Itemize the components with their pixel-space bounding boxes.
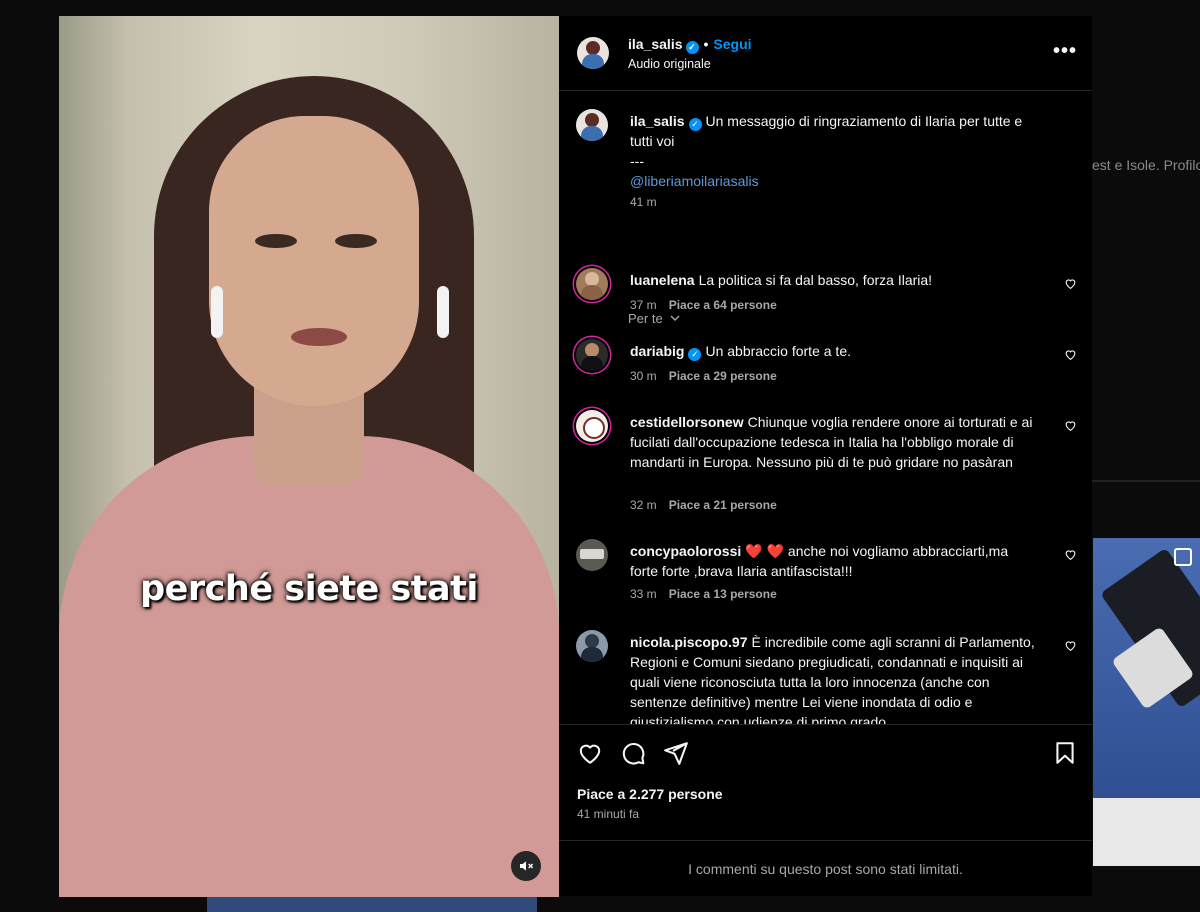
- comment-likes[interactable]: Piace a 29 persone: [669, 369, 777, 383]
- comments-limited-notice: I commenti su questo post sono stati lim…: [559, 840, 1092, 898]
- post-header: ila_salis ✓ • Segui Audio originale •••: [559, 16, 1092, 91]
- post-time: 41 minuti fa: [577, 807, 640, 821]
- video-caption: perché siete stati: [140, 569, 478, 609]
- heart-icon[interactable]: [1064, 639, 1077, 652]
- comment-likes[interactable]: Piace a 13 persone: [669, 587, 777, 601]
- audio-label[interactable]: Audio originale: [628, 57, 711, 71]
- verified-icon: ✓: [688, 118, 702, 131]
- video-earbud-left: [211, 286, 223, 338]
- comment-likes[interactable]: Piace a 64 persone: [669, 298, 777, 312]
- multiple-posts-icon: [1174, 548, 1192, 566]
- heart-icon[interactable]: [1064, 419, 1077, 432]
- comment-message: La politica si fa dal basso, forza Ilari…: [698, 272, 933, 288]
- background-post-strip: [207, 896, 537, 912]
- background-post-thumbnail[interactable]: [1093, 538, 1200, 866]
- background-divider: [1092, 480, 1200, 482]
- comment-time: 30 m: [630, 369, 657, 383]
- comment-username[interactable]: cestidellorsonew: [630, 414, 744, 430]
- comment-icon[interactable]: [620, 740, 646, 766]
- video-shirt: [59, 436, 559, 897]
- more-options-icon[interactable]: •••: [1053, 40, 1077, 63]
- comment-username[interactable]: luanelena: [630, 272, 695, 288]
- comment-likes[interactable]: Piace a 21 persone: [669, 498, 777, 512]
- video-earbud-right: [437, 286, 449, 338]
- avatar[interactable]: [576, 410, 608, 442]
- comment-time: 32 m: [630, 498, 657, 512]
- comment-meta: 33 m Piace a 13 persone: [630, 587, 777, 601]
- description-message: Un messaggio di ringraziamento di Ilaria…: [630, 113, 1023, 149]
- video-mouth: [291, 328, 347, 346]
- header-username-line: ila_salis ✓ • Segui: [628, 36, 752, 54]
- speaker-muted-icon: [520, 861, 534, 871]
- comment-meta: 32 m Piace a 21 persone: [630, 498, 777, 512]
- likes-total[interactable]: Piace a 2.277 persone: [577, 786, 723, 802]
- sort-dropdown[interactable]: Per te: [628, 311, 681, 326]
- reel-video[interactable]: perché siete stati: [59, 16, 559, 897]
- comment-text: cestidellorsonew Chiunque voglia rendere …: [630, 412, 1040, 472]
- description-username[interactable]: ila_salis: [630, 113, 685, 129]
- avatar[interactable]: [577, 37, 609, 69]
- follow-button[interactable]: Segui: [713, 36, 751, 52]
- comments-list[interactable]: ila_salis ✓ Un messaggio di ringraziamento…: [559, 91, 1092, 724]
- separator-dot: •: [703, 36, 709, 52]
- comment-message: Un abbraccio forte a te.: [705, 343, 851, 359]
- comment-text: luanelena La politica si fa dal basso, fo…: [630, 270, 1040, 290]
- post-panel: ila_salis ✓ • Segui Audio originale ••• ila…: [559, 16, 1092, 896]
- comment-username[interactable]: nicola.piscopo.97: [630, 634, 747, 650]
- heart-icon[interactable]: [1064, 277, 1077, 290]
- background-profile-text: est e Isole. Profilo: [1092, 157, 1200, 173]
- description-time: 41 m: [630, 195, 657, 209]
- verified-icon: ✓: [685, 41, 699, 54]
- header-username[interactable]: ila_salis: [628, 36, 683, 52]
- video-right-eye: [335, 234, 377, 248]
- avatar[interactable]: [576, 339, 608, 371]
- comment-text: nicola.piscopo.97 È incredibile come agli…: [630, 632, 1040, 724]
- save-bookmark-icon[interactable]: [1052, 740, 1078, 766]
- avatar[interactable]: [576, 109, 608, 141]
- comment-meta: 37 m Piace a 64 persone: [630, 298, 777, 312]
- sort-label: Per te: [628, 311, 663, 326]
- post-actions: Piace a 2.277 persone 41 minuti fa I com…: [559, 724, 1092, 897]
- description-separator: ---: [630, 153, 644, 169]
- heart-icon[interactable]: [1064, 548, 1077, 561]
- thumbnail-floor: [1093, 798, 1200, 866]
- mute-button[interactable]: [511, 851, 541, 881]
- comment-time: 33 m: [630, 587, 657, 601]
- mention-link[interactable]: @liberiamoilariasalis: [630, 173, 759, 189]
- comment-meta: 30 m Piace a 29 persone: [630, 369, 777, 383]
- video-left-eye: [255, 234, 297, 248]
- avatar[interactable]: [576, 268, 608, 300]
- like-heart-icon[interactable]: [577, 740, 603, 766]
- description-text: ila_salis ✓ Un messaggio di ringraziamento…: [630, 111, 1040, 191]
- comment-text: concypaolorossi ❤️ ❤️ anche noi vogliamo …: [630, 541, 1040, 581]
- avatar[interactable]: [576, 539, 608, 571]
- verified-icon: ✓: [688, 348, 702, 361]
- comment-time: 37 m: [630, 298, 657, 312]
- comment-username[interactable]: concypaolorossi: [630, 543, 741, 559]
- chevron-down-icon: [670, 315, 680, 321]
- video-face: [209, 116, 419, 406]
- share-icon[interactable]: [663, 740, 689, 766]
- heart-icon[interactable]: [1064, 348, 1077, 361]
- avatar[interactable]: [576, 630, 608, 662]
- comment-text: dariabig ✓ Un abbraccio forte a te.: [630, 341, 1040, 361]
- comment-username[interactable]: dariabig: [630, 343, 684, 359]
